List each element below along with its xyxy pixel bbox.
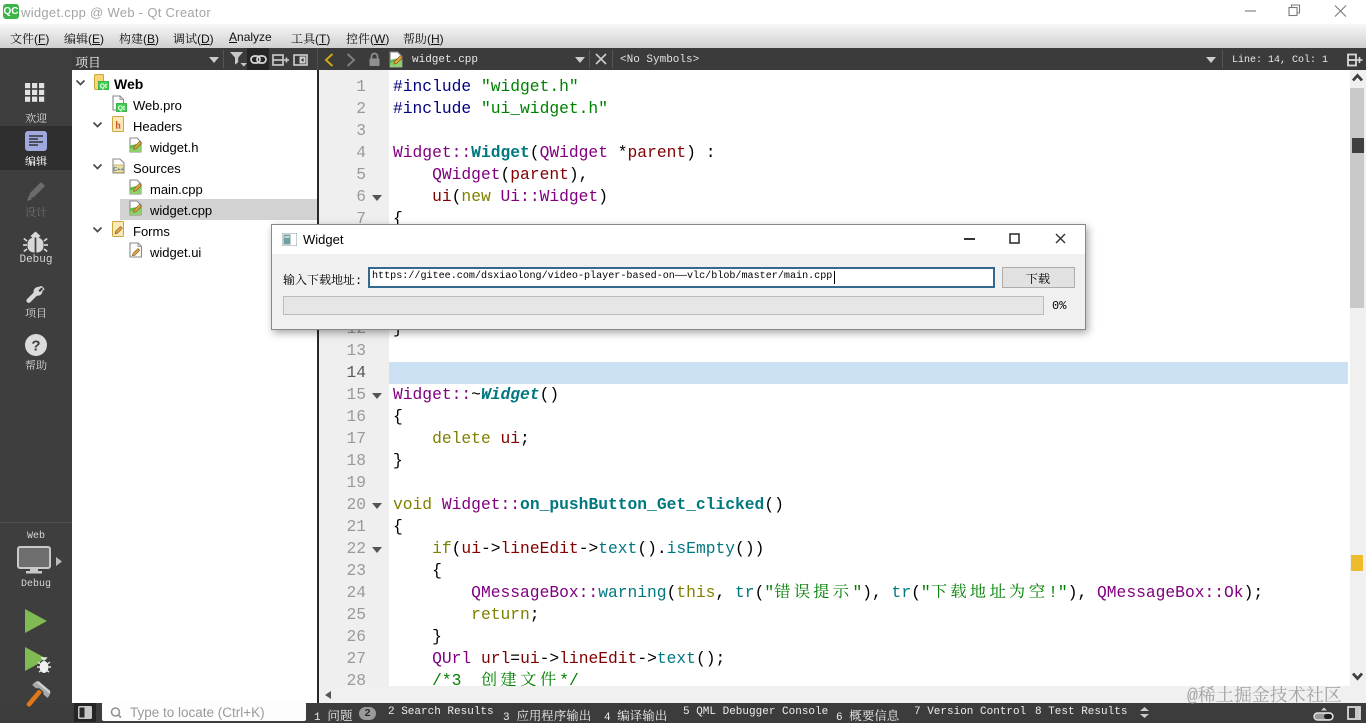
svg-text:C++: C++ xyxy=(113,167,123,173)
svg-text:h: h xyxy=(115,121,121,132)
svg-text:?: ? xyxy=(31,338,40,355)
svg-text:Qt: Qt xyxy=(100,83,108,90)
svg-text:Qt: Qt xyxy=(118,105,126,112)
